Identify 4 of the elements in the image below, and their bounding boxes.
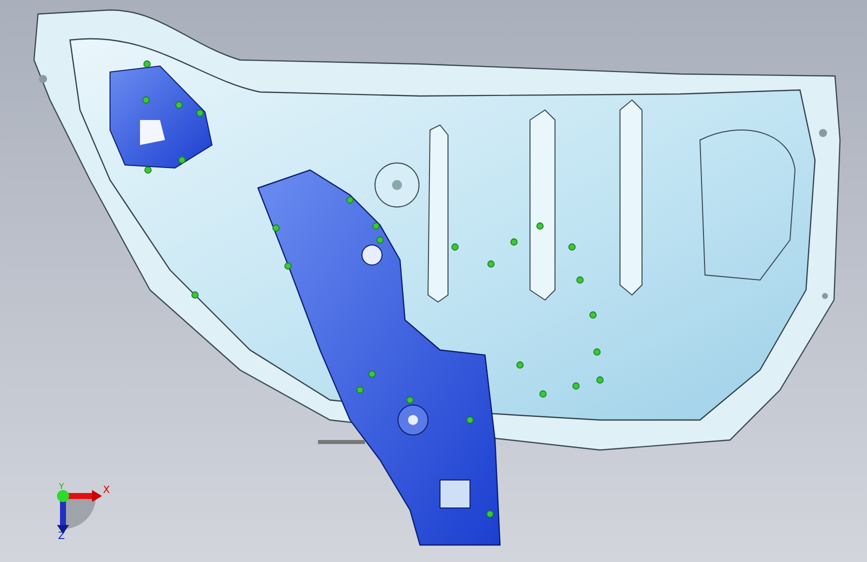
axis-label: X [103,486,110,496]
y-axis-ball-icon [57,490,69,502]
axis-label: Y [59,482,64,492]
axis-label: Z [58,532,65,542]
